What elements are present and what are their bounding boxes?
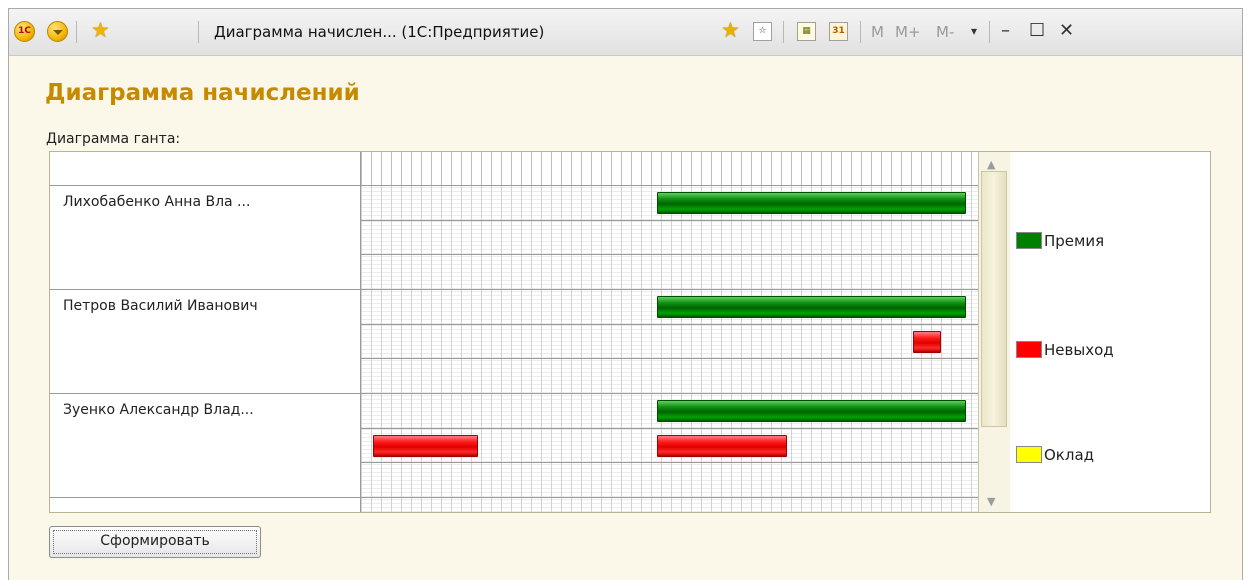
calendar-icon[interactable]: 31	[829, 22, 848, 41]
scroll-up-arrow-icon[interactable]: ▲	[987, 158, 995, 171]
scrollbar-thumb[interactable]	[981, 171, 1007, 427]
gantt-row	[361, 498, 978, 512]
legend-item-nevyhod: Невыход	[1016, 341, 1114, 359]
legend-swatch	[1016, 341, 1042, 358]
gantt-bar-premia[interactable]	[657, 296, 966, 318]
memory-subtract-button[interactable]: M-	[936, 23, 954, 41]
gantt-caption: Диаграмма ганта:	[46, 131, 181, 147]
legend-label: Оклад	[1044, 446, 1095, 464]
chevron-down-icon[interactable]: ▾	[971, 19, 977, 43]
maximize-icon[interactable]: ☐	[1029, 19, 1045, 43]
main-menu-button[interactable]	[47, 21, 68, 42]
form-heading: Диаграмма начислений	[45, 80, 360, 106]
favorite-link-icon[interactable]: ☆	[753, 22, 772, 41]
toolbar-separator	[860, 21, 861, 43]
gantt-bar-nevyhod[interactable]	[913, 330, 941, 353]
memory-add-button[interactable]: M+	[895, 23, 921, 41]
gantt-row	[361, 359, 978, 394]
application-window: 1С ★ Диаграмма начислен... (1С:Предприят…	[8, 8, 1243, 580]
close-icon[interactable]: ✕	[1059, 19, 1074, 43]
memory-store-button[interactable]: M	[871, 23, 884, 41]
gantt-row	[361, 463, 978, 499]
gantt-row	[361, 220, 978, 256]
gantt-row-label[interactable]: Петров Василий Иванович	[50, 290, 360, 394]
calculator-icon[interactable]: ▦	[797, 22, 816, 41]
window-title: Диаграмма начислен... (1С:Предприятие)	[214, 23, 545, 41]
gantt-bar-nevyhod[interactable]	[657, 434, 787, 457]
add-to-favorites-icon[interactable]: ★	[721, 18, 740, 42]
gantt-row-label[interactable]: Лихобабенко Анна Вла ...	[50, 186, 360, 290]
gantt-row-label[interactable]: Зуенко Александр Влад...	[50, 394, 360, 498]
legend-item-premia: Премия	[1016, 232, 1104, 250]
gantt-row	[361, 324, 978, 360]
names-header	[50, 152, 360, 186]
vertical-scrollbar[interactable]: ▲ ▼	[978, 152, 1010, 512]
gantt-bar-premia[interactable]	[657, 400, 966, 423]
toolbar-separator	[989, 21, 990, 43]
gantt-timeline[interactable]	[361, 152, 978, 512]
legend-swatch	[1016, 446, 1042, 463]
legend-label: Премия	[1044, 232, 1105, 250]
title-bar: 1С ★ Диаграмма начислен... (1С:Предприят…	[9, 9, 1242, 56]
generate-button[interactable]: Сформировать	[49, 526, 261, 558]
gantt-row	[361, 255, 978, 290]
legend-item-oklad: Оклад	[1016, 446, 1094, 464]
generate-button-label: Сформировать	[100, 533, 210, 549]
gantt-names-column: Лихобабенко Анна Вла ... Петров Василий …	[50, 152, 361, 512]
gantt-bar-premia[interactable]	[657, 192, 966, 214]
legend-label: Невыход	[1044, 341, 1114, 359]
scroll-down-arrow-icon[interactable]: ▼	[987, 495, 995, 508]
minimize-icon[interactable]: –	[1001, 19, 1010, 43]
1c-logo-icon[interactable]: 1С	[14, 21, 35, 42]
toolbar-separator	[783, 21, 784, 43]
gantt-chart[interactable]: Лихобабенко Анна Вла ... Петров Василий …	[49, 151, 1211, 513]
gantt-bar-nevyhod[interactable]	[373, 434, 479, 457]
timeline-header	[361, 152, 978, 186]
gantt-legend: Премия Невыход Оклад	[1011, 152, 1210, 512]
favorites-star-icon[interactable]: ★	[91, 18, 110, 42]
toolbar-separator	[76, 21, 77, 43]
legend-swatch	[1016, 232, 1042, 249]
toolbar-separator	[198, 21, 199, 43]
